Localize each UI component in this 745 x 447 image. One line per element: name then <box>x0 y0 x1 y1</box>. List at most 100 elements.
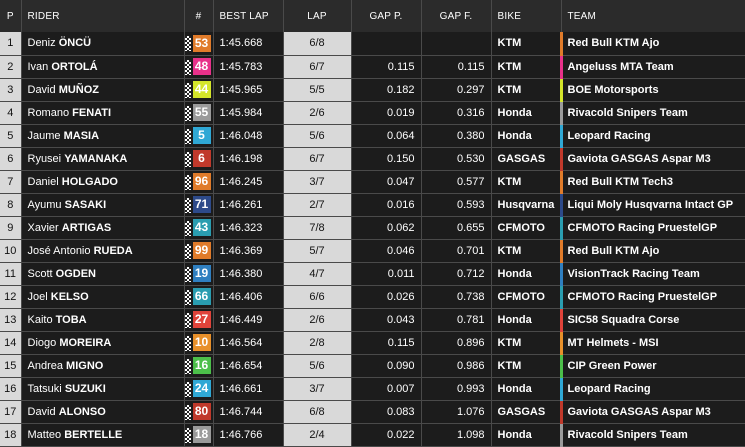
team-cell[interactable]: Leopard Racing <box>559 377 745 401</box>
lap-cell: 5/7 <box>283 239 352 263</box>
team-cell[interactable]: Liqui Moly Husqvarna Intact GP <box>559 193 745 217</box>
checkered-flag-icon <box>184 197 191 213</box>
table-row[interactable]: 15 Andrea MIGNO 16 1:46.654 5/6 0.090 0.986 KTM… <box>0 354 745 378</box>
table-row[interactable]: 6 Ryusei YAMANAKA 6 1:46.198 6/7 0.150 0.530 GA… <box>0 147 745 171</box>
team-cell[interactable]: Red Bull KTM Tech3 <box>559 170 745 194</box>
checkered-flag-icon <box>184 105 191 121</box>
checkered-flag-icon <box>184 82 191 98</box>
table-row[interactable]: 12 Joel KELSO 66 1:46.406 6/6 0.026 0.738 CFMOT… <box>0 285 745 309</box>
team-cell[interactable]: VisionTrack Racing Team <box>559 262 745 286</box>
rider-cell[interactable]: Ivan ORTOLÁ <box>21 55 185 79</box>
gap-previous-cell: 0.115 <box>351 55 422 79</box>
rider-first-name: Andrea <box>27 359 63 372</box>
header-pos[interactable]: P <box>0 0 22 32</box>
position-cell: 16 <box>0 377 22 401</box>
rider-last-name: ALONSO <box>58 405 106 418</box>
table-row[interactable]: 4 Romano FENATI 55 1:45.984 2/6 0.019 0.316 Hon… <box>0 101 745 125</box>
team-cell[interactable]: BOE Motorsports <box>559 78 745 102</box>
rider-cell[interactable]: Tatsuki SUZUKI <box>21 377 185 401</box>
table-row[interactable]: 2 Ivan ORTOLÁ 48 1:45.783 6/7 0.115 0.115 KTM An… <box>0 55 745 79</box>
rider-first-name: David <box>27 405 56 418</box>
number-cell: 10 <box>184 331 214 355</box>
bike-cell: KTM <box>491 55 562 79</box>
rider-first-name: Ayumu <box>27 198 62 211</box>
table-row[interactable]: 13 Kaito TOBA 27 1:46.449 2/6 0.043 0.781 Honda… <box>0 308 745 332</box>
header-rider[interactable]: RIDER <box>21 0 185 32</box>
rider-cell[interactable]: Deniz ÖNCÜ <box>21 32 185 56</box>
gap-first-cell: 0.380 <box>421 124 492 148</box>
lap-cell: 2/4 <box>283 423 352 447</box>
rider-cell[interactable]: Andrea MIGNO <box>21 354 185 378</box>
table-row[interactable]: 9 Xavier ARTIGAS 43 1:46.323 7/8 0.062 0.655 CF… <box>0 216 745 240</box>
position-cell: 17 <box>0 400 22 424</box>
gap-previous-cell: 0.090 <box>351 354 422 378</box>
rider-number-badge: 55 <box>192 104 211 121</box>
team-cell[interactable]: Rivacold Snipers Team <box>559 101 745 125</box>
number-cell: 80 <box>184 400 214 424</box>
lap-cell: 2/6 <box>283 101 352 125</box>
team-cell[interactable]: CFMOTO Racing PruestelGP <box>559 216 745 240</box>
team-cell[interactable]: Angeluss MTA Team <box>559 55 745 79</box>
table-row[interactable]: 8 Ayumu SASAKI 71 1:46.261 2/7 0.016 0.593 Husq… <box>0 193 745 217</box>
rider-cell[interactable]: Jaume MASIA <box>21 124 185 148</box>
table-row[interactable]: 17 David ALONSO 80 1:46.744 6/8 0.083 1.076 GAS… <box>0 400 745 424</box>
rider-last-name: SASAKI <box>64 198 107 211</box>
rider-cell[interactable]: Daniel HOLGADO <box>21 170 185 194</box>
table-row[interactable]: 11 Scott OGDEN 19 1:46.380 4/7 0.011 0.712 Hond… <box>0 262 745 286</box>
header-lap[interactable]: LAP <box>283 0 352 32</box>
rider-cell[interactable]: Scott OGDEN <box>21 262 185 286</box>
rider-cell[interactable]: Diogo MOREIRA <box>21 331 185 355</box>
team-cell[interactable]: MT Helmets - MSI <box>559 331 745 355</box>
rider-cell[interactable]: Kaito TOBA <box>21 308 185 332</box>
header-num[interactable]: # <box>184 0 214 32</box>
team-cell[interactable]: Gaviota GASGAS Aspar M3 <box>559 147 745 171</box>
rider-number-badge: 99 <box>192 242 211 259</box>
gap-previous-cell: 0.115 <box>351 331 422 355</box>
header-bike[interactable]: BIKE <box>491 0 562 32</box>
table-row[interactable]: 1 Deniz ÖNCÜ 53 1:45.668 6/8 KTM Red Bull KTM … <box>0 32 745 56</box>
rider-first-name: Ivan <box>27 60 49 73</box>
position-cell: 3 <box>0 78 22 102</box>
table-row[interactable]: 7 Daniel HOLGADO 96 1:46.245 3/7 0.047 0.577 KT… <box>0 170 745 194</box>
team-cell[interactable]: Red Bull KTM Ajo <box>559 32 745 56</box>
number-cell: 18 <box>184 423 214 447</box>
rider-cell[interactable]: Matteo BERTELLE <box>21 423 185 447</box>
rider-cell[interactable]: Romano FENATI <box>21 101 185 125</box>
number-cell: 6 <box>184 147 214 171</box>
rider-cell[interactable]: David ALONSO <box>21 400 185 424</box>
rider-first-name: Deniz <box>27 37 56 50</box>
rider-cell[interactable]: Joel KELSO <box>21 285 185 309</box>
table-row[interactable]: 5 Jaume MASIA 5 1:46.048 5/6 0.064 0.380 Honda L… <box>0 124 745 148</box>
table-row[interactable]: 18 Matteo BERTELLE 18 1:46.766 2/4 0.022 1.098… <box>0 423 745 447</box>
best-lap-cell: 1:46.198 <box>213 147 284 171</box>
rider-cell[interactable]: Ayumu SASAKI <box>21 193 185 217</box>
header-row: P RIDER # BEST LAP LAP GAP P. GAP F. BIK… <box>0 0 745 32</box>
team-cell[interactable]: Gaviota GASGAS Aspar M3 <box>559 400 745 424</box>
header-best-lap[interactable]: BEST LAP <box>213 0 284 32</box>
rider-cell[interactable]: Ryusei YAMANAKA <box>21 147 185 171</box>
rider-first-name: Joel <box>27 290 48 303</box>
table-row[interactable]: 14 Diogo MOREIRA 10 1:46.564 2/8 0.115 0.896 KT… <box>0 331 745 355</box>
rider-cell[interactable]: José Antonio RUEDA <box>21 239 185 263</box>
bike-cell: KTM <box>491 239 562 263</box>
number-cell: 53 <box>184 32 214 56</box>
position-cell: 8 <box>0 193 22 217</box>
rider-cell[interactable]: David MUÑOZ <box>21 78 185 102</box>
gap-first-cell: 0.712 <box>421 262 492 286</box>
number-cell: 48 <box>184 55 214 79</box>
header-gap-f[interactable]: GAP F. <box>421 0 492 32</box>
team-cell[interactable]: Rivacold Snipers Team <box>559 423 745 447</box>
lap-cell: 2/7 <box>283 193 352 217</box>
header-team[interactable]: TEAM <box>561 0 745 32</box>
team-cell[interactable]: CFMOTO Racing PruestelGP <box>559 285 745 309</box>
team-cell[interactable]: SIC58 Squadra Corse <box>559 308 745 332</box>
table-row[interactable]: 3 David MUÑOZ 44 1:45.965 5/5 0.182 0.297 KTM BO… <box>0 78 745 102</box>
team-cell[interactable]: CIP Green Power <box>559 354 745 378</box>
table-row[interactable]: 16 Tatsuki SUZUKI 24 1:46.661 3/7 0.007 0.993 H… <box>0 377 745 401</box>
table-row[interactable]: 10 José Antonio RUEDA 99 1:46.369 5/7 0.046 0.… <box>0 239 745 263</box>
team-cell[interactable]: Red Bull KTM Ajo <box>559 239 745 263</box>
team-cell[interactable]: Leopard Racing <box>559 124 745 148</box>
rider-cell[interactable]: Xavier ARTIGAS <box>21 216 185 240</box>
best-lap-cell: 1:45.984 <box>213 101 284 125</box>
header-gap-p[interactable]: GAP P. <box>351 0 422 32</box>
